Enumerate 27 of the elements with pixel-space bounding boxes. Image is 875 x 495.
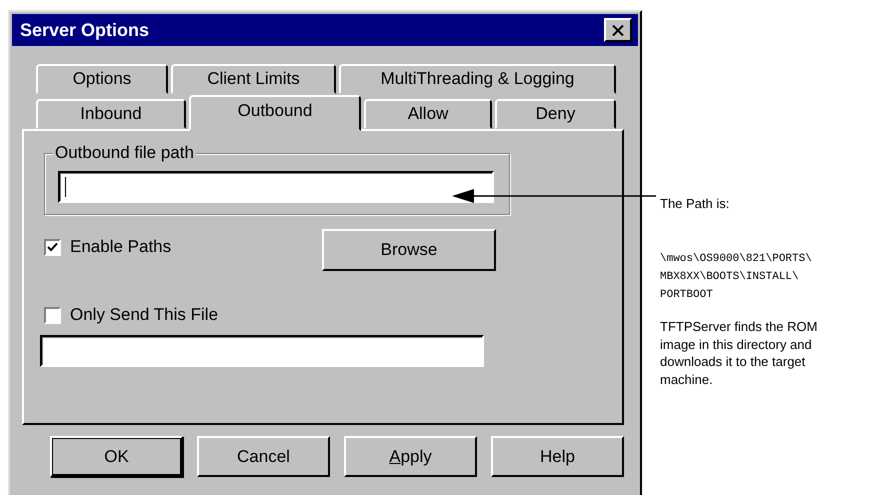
tab[interactable]: Deny	[495, 99, 616, 129]
close-icon	[612, 24, 624, 36]
input-field[interactable]	[40, 335, 484, 367]
path-text: PORTBOOT	[660, 288, 714, 303]
close-button[interactable]	[604, 18, 632, 42]
path-text: \mwos\OS9000\821\PORTS\	[660, 252, 813, 267]
checkbox-label: Only Send This File	[70, 305, 218, 325]
callout-text: TFTPServer finds the ROM image in this directory and downloads it to the target machine.	[660, 318, 818, 388]
checkbox[interactable]	[44, 306, 61, 324]
checkbox-label: Enable Paths	[70, 237, 172, 257]
check-icon	[47, 242, 58, 252]
tab[interactable]: MultiThreading & Logging	[339, 64, 616, 94]
dialog-button[interactable]: Apply	[344, 436, 477, 477]
checkbox[interactable]	[44, 238, 61, 256]
tab[interactable]: Inbound	[36, 99, 186, 129]
callout-heading: The Path is:	[660, 196, 730, 211]
path-text: MBX8XX\BOOTS\INSTALL\	[660, 270, 800, 285]
input-field[interactable]	[58, 171, 494, 203]
dialog-button[interactable]: Help	[491, 436, 624, 477]
dialog-button[interactable]: Cancel	[197, 436, 330, 477]
window-title: Server Options	[20, 20, 150, 40]
tab[interactable]: Options	[36, 64, 168, 94]
browse-button[interactable]: Browse	[322, 229, 496, 271]
tab[interactable]: Outbound	[189, 95, 361, 131]
dialog-button[interactable]: OK	[50, 436, 183, 477]
group-label: Outbound file path	[53, 143, 196, 163]
tab[interactable]: Allow	[364, 99, 492, 129]
